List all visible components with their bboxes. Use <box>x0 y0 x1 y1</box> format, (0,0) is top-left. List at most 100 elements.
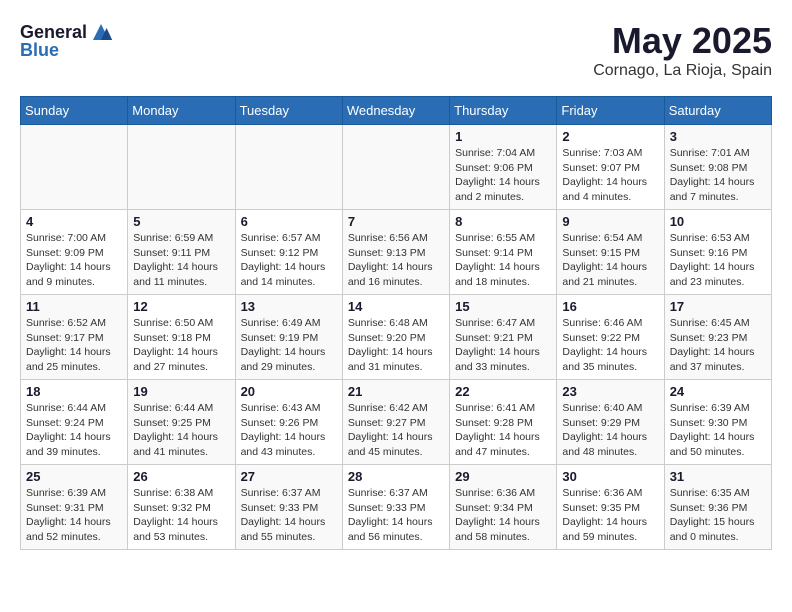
day-info: Sunrise: 6:52 AM Sunset: 9:17 PM Dayligh… <box>26 316 122 375</box>
calendar-day-26: 26 Sunrise: 6:38 AM Sunset: 9:32 PM Dayli… <box>128 465 235 550</box>
day-number: 30 <box>562 469 658 484</box>
calendar-day-22: 22Sunrise: 6:41 AM Sunset: 9:28 PM Dayli… <box>450 380 557 465</box>
day-number: 21 <box>348 384 444 399</box>
day-info: Sunrise: 6:37 AM Sunset: 9:33 PM Dayligh… <box>348 486 444 545</box>
logo-icon <box>89 20 113 44</box>
day-number: 17 <box>670 299 766 314</box>
calendar-day-23: 23Sunrise: 6:40 AM Sunset: 9:29 PM Dayli… <box>557 380 664 465</box>
day-number: 10 <box>670 214 766 229</box>
day-number: 31 <box>670 469 766 484</box>
day-info: Sunrise: 6:38 AM Sunset: 9:32 PM Dayligh… <box>133 486 229 545</box>
day-info: Sunrise: 6:59 AM Sunset: 9:11 PM Dayligh… <box>133 231 229 290</box>
calendar-day-14: 14 Sunrise: 6:48 AM Sunset: 9:20 PM Dayli… <box>342 295 449 380</box>
day-info: Sunrise: 6:43 AM Sunset: 9:26 PM Dayligh… <box>241 401 337 460</box>
day-info: Sunrise: 6:46 AM Sunset: 9:22 PM Dayligh… <box>562 316 658 375</box>
day-info: Sunrise: 7:03 AM Sunset: 9:07 PM Dayligh… <box>562 146 658 205</box>
calendar-day-1: 1 Sunrise: 7:04 AM Sunset: 9:06 PM Daylig… <box>450 125 557 210</box>
calendar-day-25: 25 Sunrise: 6:39 AM Sunset: 9:31 PM Dayli… <box>21 465 128 550</box>
calendar-header-row: SundayMondayTuesdayWednesdayThursdayFrid… <box>21 97 772 125</box>
day-number: 2 <box>562 129 658 144</box>
day-number: 6 <box>241 214 337 229</box>
day-number: 22 <box>455 384 551 399</box>
calendar-day-6: 6 Sunrise: 6:57 AM Sunset: 9:12 PM Daylig… <box>235 210 342 295</box>
day-number: 1 <box>455 129 551 144</box>
calendar-day-18: 18Sunrise: 6:44 AM Sunset: 9:24 PM Dayli… <box>21 380 128 465</box>
title-area: May 2025 Cornago, La Rioja, Spain <box>593 20 772 80</box>
day-info: Sunrise: 6:36 AM Sunset: 9:35 PM Dayligh… <box>562 486 658 545</box>
day-number: 15 <box>455 299 551 314</box>
calendar-day-3: 3 Sunrise: 7:01 AM Sunset: 9:08 PM Daylig… <box>664 125 771 210</box>
day-number: 14 <box>348 299 444 314</box>
calendar-day-10: 10 Sunrise: 6:53 AM Sunset: 9:16 PM Dayli… <box>664 210 771 295</box>
calendar-day-20: 20 Sunrise: 6:43 AM Sunset: 9:26 PM Dayli… <box>235 380 342 465</box>
calendar-day-30: 30 Sunrise: 6:36 AM Sunset: 9:35 PM Dayli… <box>557 465 664 550</box>
calendar-day-13: 13 Sunrise: 6:49 AM Sunset: 9:19 PM Dayli… <box>235 295 342 380</box>
day-info: Sunrise: 6:39 AM Sunset: 9:30 PM Dayligh… <box>670 401 766 460</box>
day-number: 13 <box>241 299 337 314</box>
calendar-day-4: 4Sunrise: 7:00 AM Sunset: 9:09 PM Daylig… <box>21 210 128 295</box>
day-number: 26 <box>133 469 229 484</box>
calendar-day-24: 24Sunrise: 6:39 AM Sunset: 9:30 PM Dayli… <box>664 380 771 465</box>
calendar-empty-cell <box>21 125 128 210</box>
calendar-empty-cell <box>128 125 235 210</box>
calendar-day-31: 31 Sunrise: 6:35 AM Sunset: 9:36 PM Dayli… <box>664 465 771 550</box>
day-info: Sunrise: 6:48 AM Sunset: 9:20 PM Dayligh… <box>348 316 444 375</box>
calendar-week-row: 18Sunrise: 6:44 AM Sunset: 9:24 PM Dayli… <box>21 380 772 465</box>
calendar-week-row: 1 Sunrise: 7:04 AM Sunset: 9:06 PM Daylig… <box>21 125 772 210</box>
day-info: Sunrise: 7:04 AM Sunset: 9:06 PM Dayligh… <box>455 146 551 205</box>
day-number: 12 <box>133 299 229 314</box>
day-number: 20 <box>241 384 337 399</box>
day-number: 7 <box>348 214 444 229</box>
day-info: Sunrise: 6:47 AM Sunset: 9:21 PM Dayligh… <box>455 316 551 375</box>
calendar-day-5: 5 Sunrise: 6:59 AM Sunset: 9:11 PM Daylig… <box>128 210 235 295</box>
day-info: Sunrise: 6:45 AM Sunset: 9:23 PM Dayligh… <box>670 316 766 375</box>
day-number: 29 <box>455 469 551 484</box>
calendar-day-11: 11 Sunrise: 6:52 AM Sunset: 9:17 PM Dayli… <box>21 295 128 380</box>
day-info: Sunrise: 6:49 AM Sunset: 9:19 PM Dayligh… <box>241 316 337 375</box>
day-number: 28 <box>348 469 444 484</box>
day-number: 16 <box>562 299 658 314</box>
day-number: 19 <box>133 384 229 399</box>
calendar-day-12: 12Sunrise: 6:50 AM Sunset: 9:18 PM Dayli… <box>128 295 235 380</box>
day-number: 8 <box>455 214 551 229</box>
day-number: 4 <box>26 214 122 229</box>
day-number: 11 <box>26 299 122 314</box>
logo-blue-text: Blue <box>20 40 59 61</box>
month-title: May 2025 <box>593 20 772 62</box>
calendar-header-saturday: Saturday <box>664 97 771 125</box>
calendar-day-7: 7Sunrise: 6:56 AM Sunset: 9:13 PM Daylig… <box>342 210 449 295</box>
day-number: 18 <box>26 384 122 399</box>
day-number: 27 <box>241 469 337 484</box>
day-info: Sunrise: 6:39 AM Sunset: 9:31 PM Dayligh… <box>26 486 122 545</box>
calendar-day-27: 27Sunrise: 6:37 AM Sunset: 9:33 PM Dayli… <box>235 465 342 550</box>
calendar-day-16: 16 Sunrise: 6:46 AM Sunset: 9:22 PM Dayli… <box>557 295 664 380</box>
day-info: Sunrise: 6:53 AM Sunset: 9:16 PM Dayligh… <box>670 231 766 290</box>
day-number: 3 <box>670 129 766 144</box>
day-number: 23 <box>562 384 658 399</box>
day-info: Sunrise: 6:35 AM Sunset: 9:36 PM Dayligh… <box>670 486 766 545</box>
day-info: Sunrise: 6:57 AM Sunset: 9:12 PM Dayligh… <box>241 231 337 290</box>
calendar-header-tuesday: Tuesday <box>235 97 342 125</box>
calendar-header-sunday: Sunday <box>21 97 128 125</box>
location-title: Cornago, La Rioja, Spain <box>593 62 772 80</box>
day-number: 25 <box>26 469 122 484</box>
calendar-day-15: 15 Sunrise: 6:47 AM Sunset: 9:21 PM Dayli… <box>450 295 557 380</box>
calendar-week-row: 25 Sunrise: 6:39 AM Sunset: 9:31 PM Dayli… <box>21 465 772 550</box>
calendar-day-29: 29Sunrise: 6:36 AM Sunset: 9:34 PM Dayli… <box>450 465 557 550</box>
calendar-day-21: 21Sunrise: 6:42 AM Sunset: 9:27 PM Dayli… <box>342 380 449 465</box>
calendar-week-row: 4Sunrise: 7:00 AM Sunset: 9:09 PM Daylig… <box>21 210 772 295</box>
calendar-header-wednesday: Wednesday <box>342 97 449 125</box>
calendar-day-8: 8 Sunrise: 6:55 AM Sunset: 9:14 PM Daylig… <box>450 210 557 295</box>
day-info: Sunrise: 6:55 AM Sunset: 9:14 PM Dayligh… <box>455 231 551 290</box>
header: General Blue May 2025 Cornago, La Rioja,… <box>20 20 772 80</box>
calendar-empty-cell <box>342 125 449 210</box>
day-info: Sunrise: 7:01 AM Sunset: 9:08 PM Dayligh… <box>670 146 766 205</box>
day-number: 9 <box>562 214 658 229</box>
calendar-header-monday: Monday <box>128 97 235 125</box>
calendar-day-19: 19Sunrise: 6:44 AM Sunset: 9:25 PM Dayli… <box>128 380 235 465</box>
calendar-day-17: 17 Sunrise: 6:45 AM Sunset: 9:23 PM Dayli… <box>664 295 771 380</box>
day-info: Sunrise: 6:54 AM Sunset: 9:15 PM Dayligh… <box>562 231 658 290</box>
calendar-week-row: 11 Sunrise: 6:52 AM Sunset: 9:17 PM Dayli… <box>21 295 772 380</box>
logo: General Blue <box>20 20 113 61</box>
day-number: 5 <box>133 214 229 229</box>
